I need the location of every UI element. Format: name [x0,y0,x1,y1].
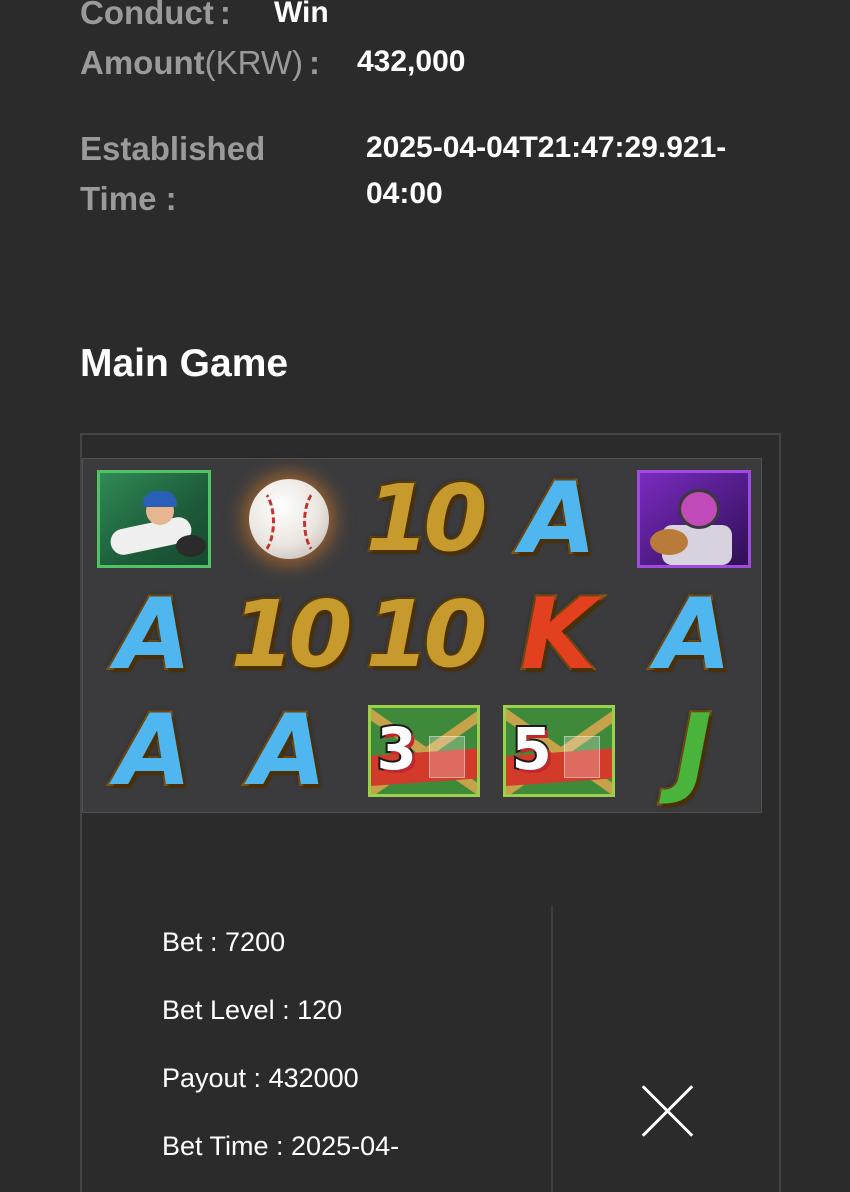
conduct-label: Conduct: [80,0,231,31]
bet-time-text: Bet Time : 2025-04- [162,1131,400,1161]
baseball-icon [248,479,329,559]
catcher-card-icon [636,470,751,568]
batter-card-icon [96,470,211,568]
symbol-10: 10 [363,465,489,572]
bet-level-text: Bet Level : 120 [162,995,343,1025]
summary-divider [551,905,553,1192]
symbol-a: A [249,694,329,808]
main-game-title: Main Game [80,342,289,385]
bet-text: Bet : 7200 [162,927,286,957]
symbol-a: A [654,578,734,692]
bet-detail-page: Conduct: Win Amount(KRW): 432,000 Establ… [0,0,850,1192]
symbol-a: A [114,578,194,692]
symbol-a: A [519,462,599,576]
amount-label: Amount(KRW): [80,44,321,81]
symbol-scatter-3: 3 [361,697,486,805]
established-time-value: 2025-04-04T21:47:29.921- 04:00 [366,131,727,210]
close-icon[interactable] [640,1082,696,1138]
symbol-baseball [226,465,351,573]
scatter-icon: 5 [502,705,615,797]
symbol-j: J [673,694,714,808]
symbol-catcher [631,465,756,573]
reel-grid: 10 A A 10 10 K A A A 3 5 J [82,458,762,813]
symbol-scatter-5: 5 [496,697,621,805]
symbol-a: A [114,694,194,808]
established-time-label: Established Time : [80,130,266,217]
conduct-value: Win [274,0,329,29]
symbol-10: 10 [363,581,489,688]
symbol-batter [91,465,216,573]
payout-text: Payout : 432000 [162,1063,359,1093]
symbol-k: K [519,578,599,692]
amount-value: 432,000 [357,45,466,78]
scatter-icon: 3 [367,705,480,797]
symbol-10: 10 [228,581,354,688]
